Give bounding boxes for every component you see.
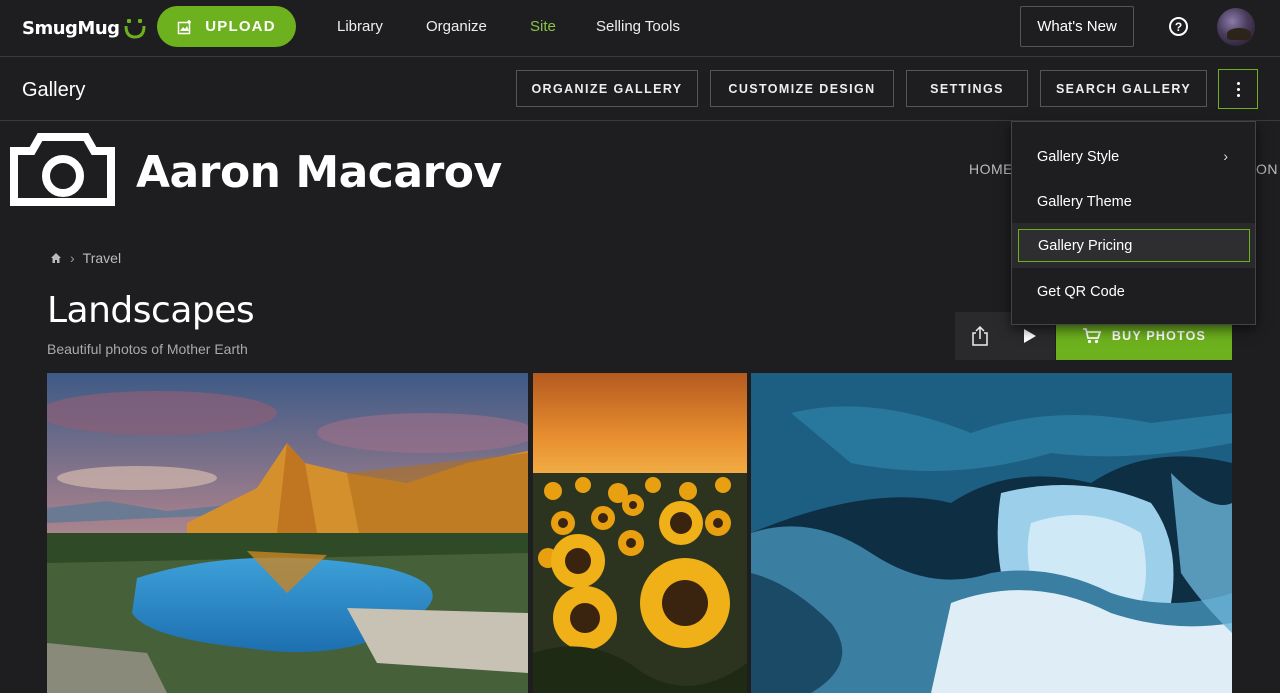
nav-site[interactable]: Site <box>530 18 556 35</box>
search-gallery-label: SEARCH GALLERY <box>1055 81 1192 96</box>
whats-new-label: What's New <box>1037 18 1117 35</box>
chevron-right-icon: › <box>70 250 75 266</box>
play-icon <box>1024 329 1036 343</box>
share-icon <box>972 325 988 346</box>
photo-mountain-lake[interactable] <box>47 373 528 693</box>
organize-gallery-button[interactable]: ORGANIZE GALLERY <box>516 70 698 107</box>
upload-icon <box>177 19 192 34</box>
site-nav-home[interactable]: HOME <box>969 161 1013 177</box>
toolbar-title: Gallery <box>22 79 86 101</box>
buy-photos-label: BUY PHOTOS <box>1111 329 1207 343</box>
help-glyph: ? <box>1174 19 1183 34</box>
nav-selling-tools[interactable]: Selling Tools <box>596 18 680 35</box>
menu-item-label: Gallery Theme <box>1037 193 1132 210</box>
organize-gallery-label: ORGANIZE GALLERY <box>531 81 683 96</box>
gallery-subtitle: Beautiful photos of Mother Earth <box>47 341 248 357</box>
brand-name: SmugMug <box>22 17 120 39</box>
gallery-title: Landscapes <box>47 290 255 331</box>
customize-design-button[interactable]: CUSTOMIZE DESIGN <box>710 70 894 107</box>
nav-library[interactable]: Library <box>337 18 383 35</box>
camera-logo-icon <box>10 133 115 206</box>
menu-item-label: Gallery Style <box>1037 148 1120 165</box>
menu-item-gallery-theme[interactable]: Gallery Theme <box>1018 185 1250 218</box>
more-options-button[interactable] <box>1218 69 1258 109</box>
site-nav-item-clipped[interactable]: ON <box>1256 161 1278 177</box>
home-icon[interactable] <box>50 252 62 264</box>
photo-ice-cave[interactable] <box>751 373 1232 693</box>
share-button[interactable] <box>955 312 1005 360</box>
gallery-more-menu: Gallery Style › Gallery Theme Gallery Pr… <box>1011 121 1256 325</box>
upload-label: UPLOAD <box>205 18 276 35</box>
menu-item-get-qr-code[interactable]: Get QR Code <box>1018 275 1250 308</box>
smugmug-logo[interactable]: SmugMug <box>22 14 146 42</box>
breadcrumb-travel[interactable]: Travel <box>83 250 121 266</box>
menu-item-label: Gallery Pricing <box>1038 237 1133 254</box>
top-nav: SmugMug UPLOAD Library Organize Site Sel… <box>0 0 1280 57</box>
cart-icon <box>1082 328 1102 344</box>
kebab-icon <box>1236 80 1240 98</box>
upload-button[interactable]: UPLOAD <box>157 6 296 47</box>
settings-label: SETTINGS <box>930 81 1004 96</box>
photo-sunflowers[interactable] <box>533 373 747 693</box>
customize-design-label: CUSTOMIZE DESIGN <box>728 81 876 96</box>
avatar[interactable] <box>1217 8 1255 46</box>
site-name[interactable]: Aaron Macarov <box>136 147 502 198</box>
menu-item-gallery-pricing[interactable]: Gallery Pricing <box>1018 229 1250 262</box>
nav-organize[interactable]: Organize <box>426 18 487 35</box>
search-gallery-button[interactable]: SEARCH GALLERY <box>1040 70 1207 107</box>
help-icon[interactable]: ? <box>1169 17 1188 36</box>
smile-logo-icon <box>124 19 146 39</box>
whats-new-button[interactable]: What's New <box>1020 6 1134 47</box>
gallery-toolbar: Gallery ORGANIZE GALLERY CUSTOMIZE DESIG… <box>0 58 1280 121</box>
menu-item-label: Get QR Code <box>1037 283 1125 300</box>
menu-item-gallery-style[interactable]: Gallery Style › <box>1018 140 1250 173</box>
chevron-right-icon: › <box>1223 148 1228 164</box>
breadcrumb: › Travel <box>50 250 121 266</box>
settings-button[interactable]: SETTINGS <box>906 70 1028 107</box>
